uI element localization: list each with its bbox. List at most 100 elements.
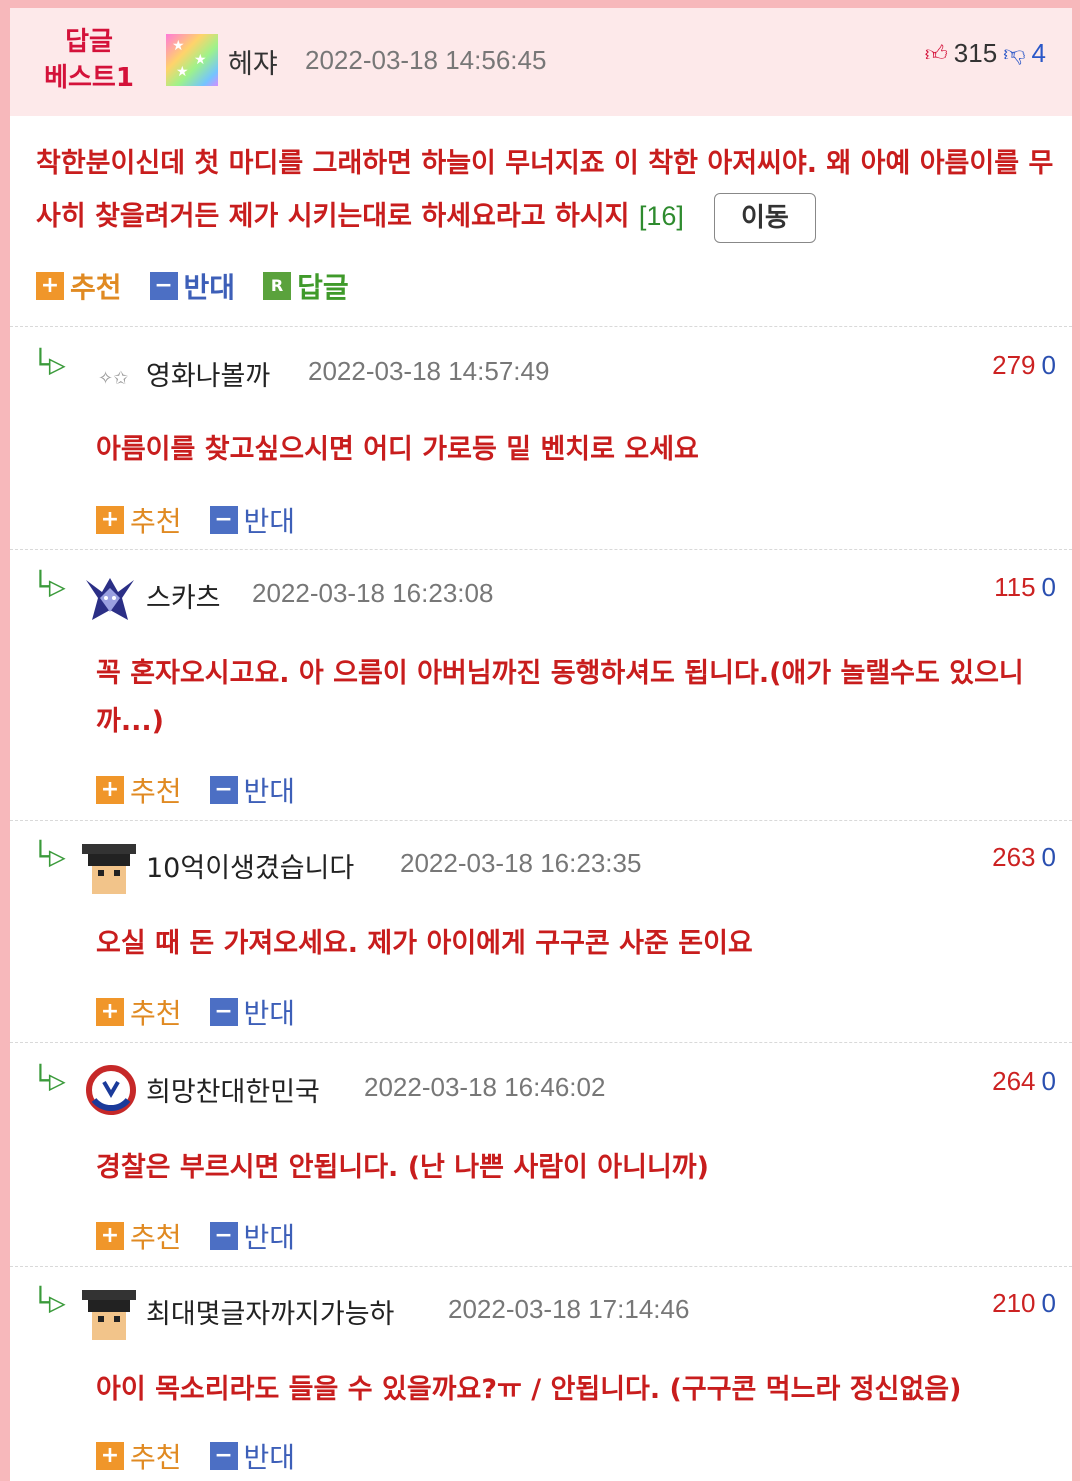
upvote-count: 263: [992, 842, 1036, 872]
oppose-button[interactable]: − 반대: [209, 770, 296, 810]
recommend-button[interactable]: + 추천: [96, 1216, 182, 1256]
vote-summary: 263 0: [992, 842, 1056, 873]
oppose-button[interactable]: − 반대: [149, 266, 236, 306]
vote-summary: 115 0: [994, 572, 1056, 603]
avatar[interactable]: [82, 574, 138, 626]
oppose-label: 반대: [183, 271, 236, 304]
comment-actions: + 추천 − 반대: [96, 500, 295, 540]
post-date: 2022-03-18 14:56:45: [305, 45, 547, 75]
comment-actions: + 추천 − 반대: [96, 1216, 295, 1256]
minus-icon: −: [209, 998, 238, 1026]
reply-arrow-icon: └▷: [32, 570, 66, 603]
comment-thread: 답글 베스트1 ★ ★ ★ 헤쟈 2022-03-18 14:56:45 👍︎ 31…: [10, 8, 1072, 1481]
oppose-button[interactable]: − 반대: [209, 1436, 295, 1476]
avatar[interactable]: [82, 1290, 136, 1344]
divider: [10, 820, 1072, 821]
oppose-label: 반대: [243, 997, 296, 1030]
author-name[interactable]: 스카츠: [146, 576, 221, 615]
thumb-up-icon: 👍︎: [924, 41, 948, 66]
best-reply-header: 답글 베스트1 ★ ★ ★ 헤쟈 2022-03-18 14:56:45 👍︎ 31…: [10, 8, 1072, 116]
reply-count[interactable]: [16]: [639, 201, 684, 231]
minus-icon: −: [209, 1222, 238, 1250]
reply-arrow-icon: └▷: [32, 840, 66, 873]
reply-label: 답글: [297, 271, 349, 304]
comment-item: └▷ 희망찬대한민국 2022-03-18 16:46:02 264 0 경찰은 …: [10, 1062, 1072, 1262]
plus-icon: +: [96, 506, 124, 534]
upvote-count: 279: [992, 350, 1036, 380]
comment-text: 오실 때 돈 가져오세요. 제가 아이에게 구구콘 사준 돈이요: [96, 928, 753, 959]
author-name[interactable]: 헤쟈: [228, 42, 278, 81]
recommend-button[interactable]: + 추천: [96, 770, 182, 810]
recommend-button[interactable]: + 추천: [96, 992, 182, 1032]
recommend-button[interactable]: + 추천: [36, 266, 122, 306]
comment-text: 꼭 혼자오시고요. 아 으름이 아버님까진 동행하셔도 됩니다.(애가 놀랠수도…: [96, 658, 1024, 737]
comment-item: └▷ 최대몇글자까지가능하 2022-03-18 17:14:46 210 0 아…: [10, 1284, 1072, 1481]
downvote-count: 4: [1031, 38, 1046, 68]
avatar[interactable]: [84, 1064, 138, 1116]
downvote-count: 0: [1041, 1066, 1056, 1096]
comment-date: 2022-03-18 16:46:02: [364, 1072, 606, 1102]
thumb-down-icon: 👎︎: [1003, 41, 1026, 66]
best-reply-body: 착한분이신데 첫 마디를 그래하면 하늘이 무너지죠 이 착한 아저씨야. 왜 …: [36, 148, 1054, 232]
oppose-button[interactable]: − 반대: [209, 1216, 295, 1256]
divider: [10, 549, 1072, 550]
reply-arrow-icon: └▷: [32, 348, 66, 381]
comment-item: └▷ 10억이생겼습니다 2022-03-18 16:23:35 263 0 오실…: [10, 838, 1072, 1038]
comment-date: 2022-03-18 16:23:35: [400, 848, 642, 878]
downvote-count: 0: [1041, 1288, 1056, 1318]
oppose-button[interactable]: − 반대: [209, 992, 296, 1032]
comment-text: 경찰은 부르시면 안됩니다. (난 나쁜 사람이 아니니까): [96, 1152, 709, 1183]
avatar[interactable]: [82, 844, 136, 898]
oppose-label: 반대: [243, 505, 296, 538]
divider: [10, 1042, 1072, 1043]
move-button[interactable]: 이동: [713, 192, 816, 243]
comment-actions: + 추천 − 반대: [96, 1436, 295, 1476]
recommend-button[interactable]: + 추천: [96, 500, 182, 540]
vote-summary: 210 0: [992, 1288, 1056, 1319]
divider: [10, 1266, 1072, 1267]
oppose-button[interactable]: − 반대: [209, 500, 296, 540]
oppose-label: 반대: [243, 775, 296, 808]
comment-actions: + 추천 − 반대: [96, 992, 295, 1032]
comment-item: └▷ 스카츠 2022-03-18 16:23:08 115 0 꼭 혼자오시고요…: [10, 568, 1072, 818]
best-reply-text: 착한분이신데 첫 마디를 그래하면 하늘이 무너지죠 이 착한 아저씨야. 왜 …: [36, 138, 1060, 243]
avatar[interactable]: ★ ★ ★: [166, 34, 218, 86]
comment-item: └▷ ✧✩ 영화나볼까 2022-03-18 14:57:49 279 0 아름이…: [10, 346, 1072, 546]
recommend-button[interactable]: + 추천: [96, 1436, 182, 1476]
reply-box-icon: R: [263, 272, 292, 300]
reply-button[interactable]: R 답글: [263, 266, 349, 306]
vote-summary: 👍︎ 315 👎︎ 4: [925, 38, 1046, 69]
comment-date: 2022-03-18 16:23:08: [252, 578, 494, 608]
best-actions: + 추천 − 반대 R 답글: [36, 266, 349, 306]
comment-text: 아름이를 찾고싶으시면 어디 가로등 밑 벤치로 오세요: [96, 434, 699, 465]
comment-actions: + 추천 − 반대: [96, 770, 295, 810]
badge-line-1: 답글: [65, 27, 113, 57]
avatar[interactable]: ✧✩: [98, 368, 128, 389]
recommend-label: 추천: [130, 997, 182, 1030]
plus-icon: +: [96, 1442, 124, 1470]
plus-icon: +: [96, 998, 124, 1026]
plus-icon: +: [96, 1222, 124, 1250]
minus-icon: −: [209, 1442, 238, 1470]
upvote-count: 210: [992, 1288, 1036, 1318]
upvote-count: 115: [994, 572, 1036, 602]
author-name[interactable]: 최대몇글자까지가능하: [146, 1292, 394, 1331]
author-name[interactable]: 영화나볼까: [146, 354, 270, 393]
comment-text: 아이 목소리라도 들을 수 있을까요?ㅠ / 안됩니다. (구구콘 먹느라 정신…: [96, 1374, 962, 1405]
recommend-label: 추천: [130, 1221, 182, 1254]
author-name[interactable]: 10억이생겼습니다: [146, 846, 354, 885]
reply-arrow-icon: └▷: [32, 1064, 66, 1097]
downvote-count: 0: [1041, 350, 1056, 380]
comment-date: 2022-03-18 17:14:46: [448, 1294, 690, 1324]
divider: [10, 326, 1072, 327]
author-name[interactable]: 희망찬대한민국: [146, 1070, 320, 1109]
vote-summary: 264 0: [992, 1066, 1056, 1097]
plus-icon: +: [36, 272, 64, 300]
minus-icon: −: [209, 776, 238, 804]
vote-summary: 279 0: [992, 350, 1056, 381]
minus-icon: −: [149, 272, 178, 300]
recommend-label: 추천: [70, 271, 122, 304]
plus-icon: +: [96, 776, 124, 804]
recommend-label: 추천: [130, 775, 182, 808]
downvote-count: 0: [1041, 842, 1056, 872]
